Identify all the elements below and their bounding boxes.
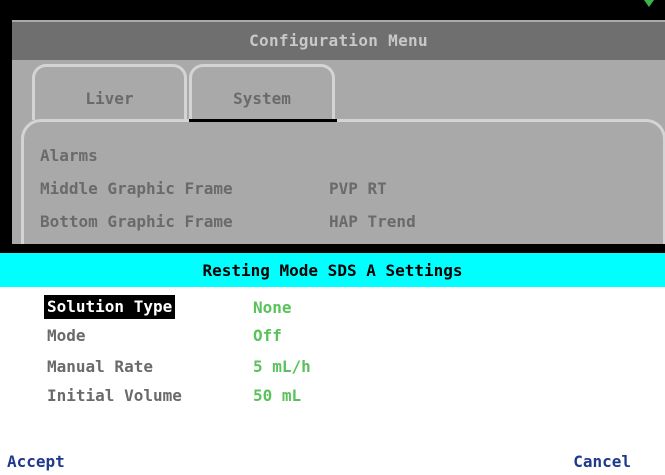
setting-label-solution-type[interactable]: Solution Type [44,295,176,319]
config-row-bottom-graphic-frame[interactable]: Bottom Graphic Frame HAP Trend [40,212,416,231]
config-row-label: Middle Graphic Frame [40,179,233,198]
config-row-alarms[interactable]: Alarms [40,146,98,165]
setting-label-initial-volume[interactable]: Initial Volume [44,384,185,408]
setting-value-solution-type[interactable]: None [253,296,292,320]
config-row-middle-graphic-frame[interactable]: Middle Graphic Frame PVP RT [40,179,387,198]
config-row-label: Bottom Graphic Frame [40,212,233,231]
setting-value-manual-rate[interactable]: 5 mL/h [253,355,311,379]
configuration-menu-window: Configuration Menu Liver System Alarms M… [12,20,665,244]
setting-label-manual-rate[interactable]: Manual Rate [44,355,156,379]
accept-button[interactable]: Accept [7,451,65,473]
cancel-button[interactable]: Cancel [573,451,631,473]
active-tab-indicator [189,119,337,122]
configuration-menu-title: Configuration Menu [12,22,665,60]
setting-value-initial-volume[interactable]: 50 mL [253,384,301,408]
config-row-value: PVP RT [329,179,387,198]
green-triangle-icon [644,0,654,7]
settings-dialog: Resting Mode SDS A Settings Solution Typ… [0,253,665,475]
setting-label-mode[interactable]: Mode [44,324,89,348]
config-row-label: Alarms [40,146,98,165]
tab-liver[interactable]: Liver [32,64,187,120]
setting-value-mode[interactable]: Off [253,324,282,348]
config-row-value: HAP Trend [329,212,416,231]
dialog-title: Resting Mode SDS A Settings [0,253,665,287]
top-strip [0,0,665,20]
tab-system[interactable]: System [189,64,335,120]
